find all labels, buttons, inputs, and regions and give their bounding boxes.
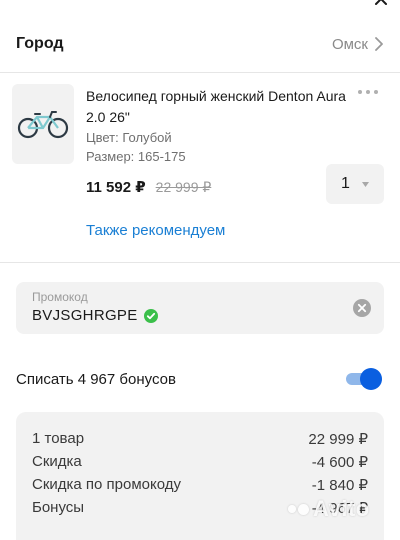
quantity-value: 1 <box>341 175 350 192</box>
more-icon[interactable] <box>358 90 378 94</box>
summary-value: 22 999 ₽ <box>308 431 368 448</box>
avito-logo-icon <box>288 503 309 515</box>
summary-row: Скидка -4 600 ₽ <box>32 453 368 471</box>
price-current: 11 592 ₽ <box>86 179 146 196</box>
city-label: Город <box>16 35 64 52</box>
product-color: Цвет: Голубой <box>86 130 172 145</box>
clear-icon[interactable] <box>352 298 372 318</box>
city-selector[interactable]: Омск <box>332 36 384 53</box>
summary-row: 1 товар 22 999 ₽ <box>32 430 368 448</box>
chevron-right-icon <box>375 37 383 51</box>
close-icon[interactable] <box>374 0 388 6</box>
summary-value: -1 840 ₽ <box>311 477 368 494</box>
divider <box>0 262 400 263</box>
product-size: Размер: 165-175 <box>86 149 186 164</box>
price-old: 22 999 ₽ <box>155 179 212 195</box>
bicycle-icon <box>17 111 69 139</box>
promo-label: Промокод <box>32 290 88 304</box>
summary-label: Скидка <box>32 453 82 470</box>
summary-label: 1 товар <box>32 430 85 447</box>
caret-down-icon <box>361 181 369 187</box>
quantity-select[interactable]: 1 <box>326 164 384 204</box>
bonus-toggle[interactable] <box>346 368 382 390</box>
toggle-knob <box>360 368 382 390</box>
divider <box>0 72 400 73</box>
check-icon <box>143 308 158 323</box>
summary-label: Бонусы <box>32 499 85 516</box>
promo-code-value[interactable]: BVJSGHRGPE <box>32 307 138 324</box>
recommend-link[interactable]: Также рекомендуем <box>86 222 225 239</box>
promo-code-row: BVJSGHRGPE <box>32 307 158 324</box>
city-value: Омск <box>331 35 368 53</box>
watermark-text: Avito <box>313 496 370 521</box>
city-row[interactable]: Город Омск <box>0 24 400 64</box>
summary-value: -4 600 ₽ <box>311 454 368 471</box>
summary-row: Скидка по промокоду -1 840 ₽ <box>32 476 368 494</box>
price-row: 11 592 ₽ 22 999 ₽ <box>86 178 211 196</box>
bonus-label: Списать 4 967 бонусов <box>16 371 176 388</box>
product-image[interactable] <box>12 84 74 164</box>
avito-watermark: Avito <box>288 496 370 522</box>
promo-code-field[interactable]: Промокод BVJSGHRGPE <box>16 282 384 334</box>
summary-label: Скидка по промокоду <box>32 476 182 493</box>
product-title[interactable]: Велосипед горный женский Denton Aura 2.0… <box>86 86 346 128</box>
